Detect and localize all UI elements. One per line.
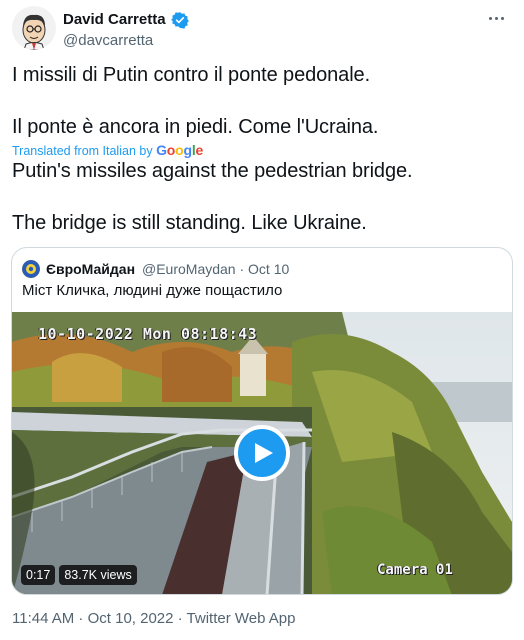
video-player[interactable]: 10-10-2022 Mon 08:18:43 Camera 01 0:17 8… <box>12 312 512 594</box>
play-button[interactable] <box>234 425 290 481</box>
video-duration: 0:17 <box>21 565 56 585</box>
quote-author-meta[interactable]: @EuroMaydan · Oct 10 <box>142 261 289 277</box>
google-logo: Google <box>156 142 204 158</box>
more-dot-icon <box>494 16 498 20</box>
tweet-timestamp-source[interactable]: 11:44 AM · Oct 10, 2022 · Twitter Web Ap… <box>12 610 295 627</box>
verified-badge-icon <box>171 11 189 29</box>
video-badges: 0:17 83.7K views <box>21 565 137 585</box>
video-osd-camera: Camera 01 <box>377 562 453 578</box>
video-views: 83.7K views <box>59 565 137 585</box>
tweet-original-line-1: I missili di Putin contro il ponte pedon… <box>12 64 371 86</box>
more-dot-icon <box>488 16 492 20</box>
quote-author-name[interactable]: ЄвроМайдан <box>46 261 135 277</box>
tweet-header: David Carretta @davcarretta <box>12 6 512 50</box>
quote-author-avatar[interactable] <box>22 260 40 278</box>
author-name[interactable]: David Carretta <box>63 11 166 28</box>
quote-text: Міст Кличка, людині дуже пощастило <box>22 282 283 299</box>
author-avatar[interactable] <box>12 6 56 50</box>
more-dot-icon <box>500 16 504 20</box>
more-options-button[interactable] <box>484 8 508 28</box>
tweet-translated-line-1: Putin's missiles against the pedestrian … <box>12 160 413 182</box>
quote-tweet-card[interactable]: ЄвроМайдан @EuroMaydan · Oct 10 Міст Кли… <box>11 247 513 595</box>
video-osd-timestamp: 10-10-2022 Mon 08:18:43 <box>38 325 258 343</box>
tweet-original-line-2: Il ponte è ancora in piedi. Come l'Ucrai… <box>12 116 379 138</box>
tweet-translated-line-2: The bridge is still standing. Like Ukrai… <box>12 212 367 234</box>
translation-attribution[interactable]: Translated from Italian by Google <box>12 142 203 158</box>
author-handle[interactable]: @davcarretta <box>63 32 153 49</box>
play-icon <box>255 443 273 463</box>
translation-label: Translated from Italian by <box>12 144 153 158</box>
